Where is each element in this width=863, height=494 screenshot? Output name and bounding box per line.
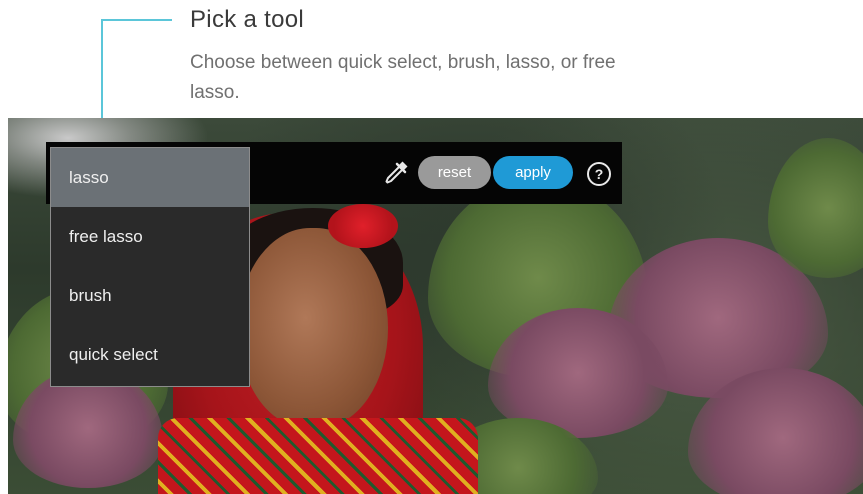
tooltip-title: Pick a tool	[190, 6, 305, 33]
menu-item-quick-select[interactable]: quick select	[51, 325, 249, 384]
menu-item-lasso[interactable]: lasso	[51, 148, 249, 207]
menu-item-free-lasso[interactable]: free lasso	[51, 207, 249, 266]
tool-dropdown-menu[interactable]: lasso free lasso brush quick select	[50, 147, 250, 387]
apply-button[interactable]: apply	[493, 156, 573, 189]
help-icon[interactable]: ?	[587, 162, 611, 186]
eyedropper-icon[interactable]	[380, 157, 412, 189]
subject-hair-flower	[328, 204, 398, 248]
callout-connector-horizontal	[101, 19, 172, 21]
menu-item-brush[interactable]: brush	[51, 266, 249, 325]
subject-face	[238, 228, 388, 428]
reset-button[interactable]: reset	[418, 156, 491, 189]
subject-shawl	[158, 418, 478, 494]
background-foliage	[768, 138, 863, 278]
tooltip-description: Choose between quick select, brush, lass…	[190, 52, 616, 103]
